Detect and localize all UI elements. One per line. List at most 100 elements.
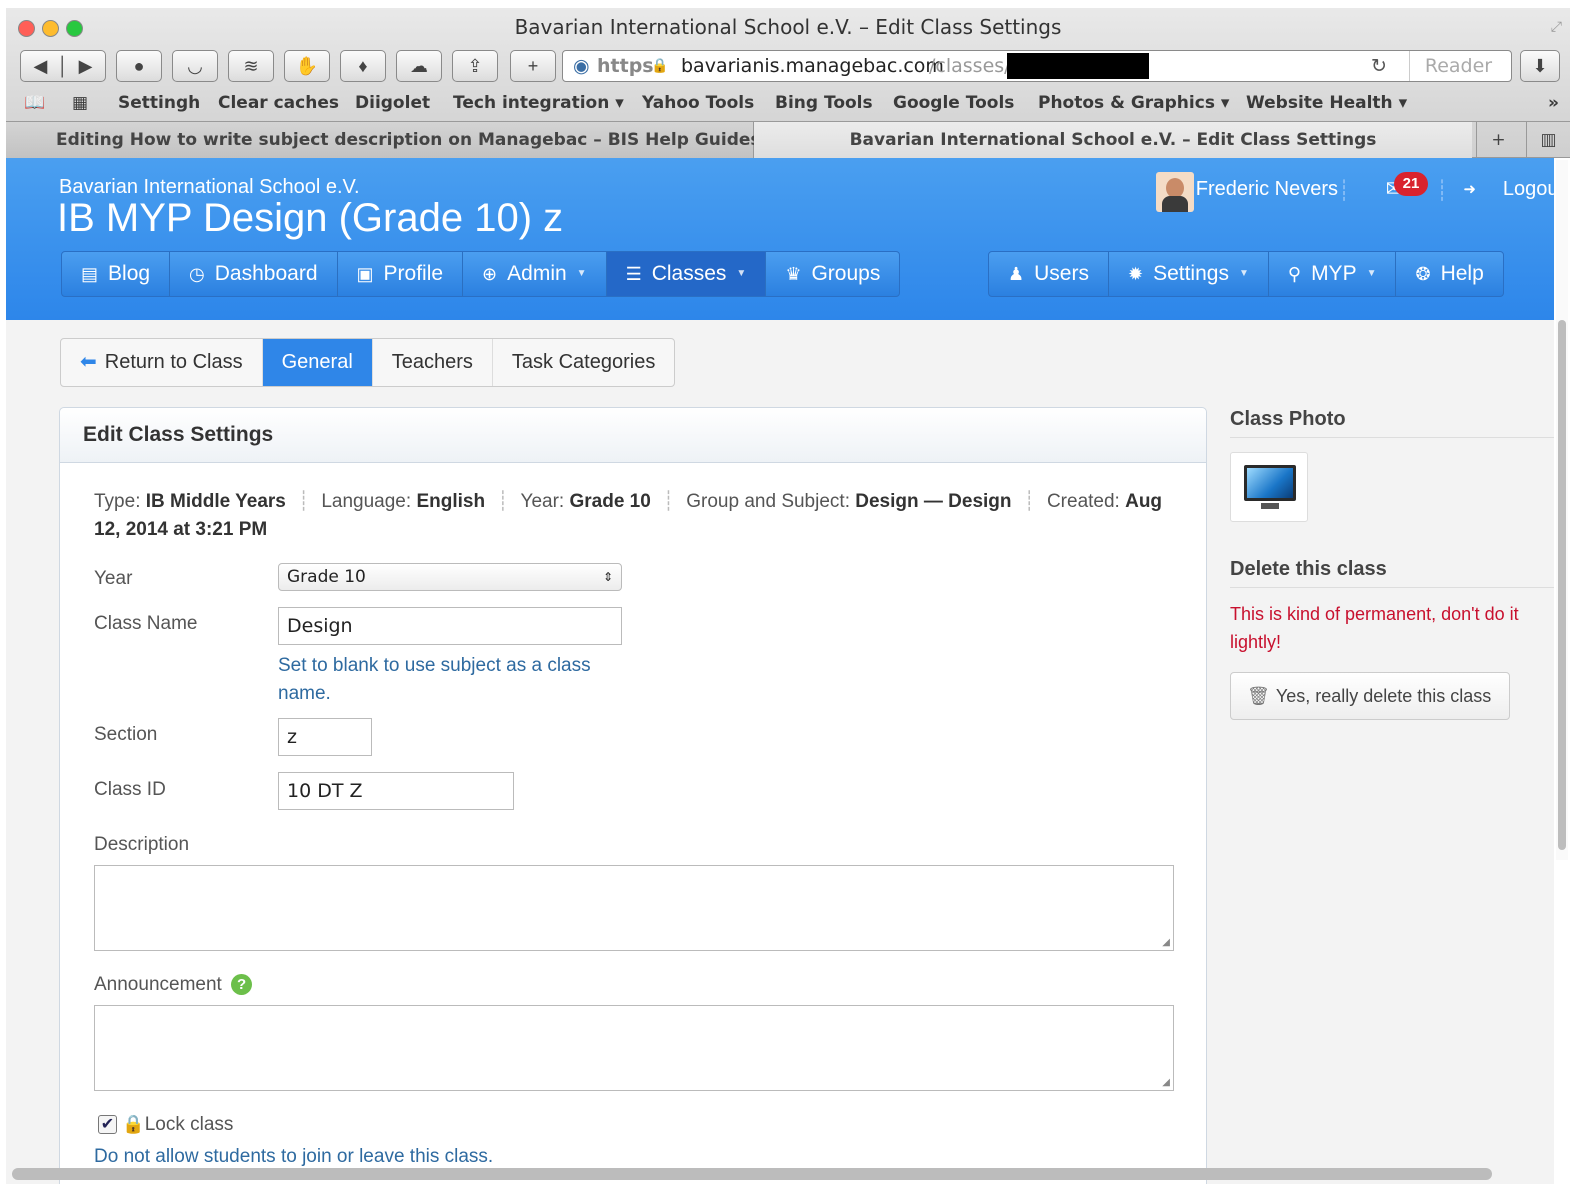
browser-tab[interactable]: Editing How to write subject description…	[6, 122, 761, 158]
announcement-textarea[interactable]: ◢	[94, 1005, 1174, 1091]
vertical-scrollbar[interactable]	[1556, 160, 1568, 860]
bookmark-item[interactable]: Tech integration ▾	[453, 93, 624, 113]
help-icon[interactable]: ?	[231, 974, 253, 996]
select-arrows-icon: ⇕	[602, 570, 613, 584]
zoom-window-button[interactable]	[66, 20, 83, 37]
back-icon[interactable]: ◀	[34, 56, 48, 76]
reader-button[interactable]: Reader	[1409, 51, 1507, 81]
bookmarks-overflow-icon[interactable]: »	[1548, 93, 1559, 113]
close-window-button[interactable]	[18, 20, 35, 37]
hand-icon: ✋	[295, 56, 319, 76]
buffer-button[interactable]: ≋	[228, 50, 274, 82]
class-name-input[interactable]: Design	[278, 607, 622, 645]
new-tab-button[interactable]: +	[1476, 122, 1520, 158]
lifebuoy-icon: ❂	[1415, 264, 1431, 284]
resize-grip-icon[interactable]: ◢	[1162, 1077, 1170, 1088]
tab-teachers[interactable]: Teachers	[373, 339, 493, 386]
url-host: bavarianis.managebac.com	[681, 55, 944, 77]
adblock-button[interactable]: ✋	[284, 50, 330, 82]
lock-class-hint: Do not allow students to join or leave t…	[94, 1146, 494, 1167]
forward-icon[interactable]: ▶	[79, 56, 93, 76]
nav-classes[interactable]: ☰ Classes ▼	[606, 252, 767, 296]
main-nav-right: ♟ Users ✹ Settings ▼ ⚲ MYP ▼ ❂ Help	[988, 251, 1504, 297]
add-bookmark-button[interactable]: +	[510, 50, 556, 82]
share-button[interactable]: ⇪	[452, 50, 498, 82]
window-title: Bavarian International School e.V. – Edi…	[514, 15, 1062, 39]
lock-class-checkbox[interactable]: ✔	[98, 1115, 117, 1135]
user-icon: ♟	[1008, 264, 1025, 284]
lock-class-label: Lock class	[144, 1114, 234, 1135]
pocket-button[interactable]: ◡	[172, 50, 218, 82]
fullscreen-icon[interactable]: ⤢	[1551, 8, 1562, 46]
nav-admin[interactable]: ⊕ Admin ▼	[463, 252, 607, 296]
vertical-scroll-thumb[interactable]	[1558, 320, 1566, 850]
description-textarea[interactable]: ◢	[94, 865, 1174, 951]
bookmark-item[interactable]: Settingh	[118, 93, 200, 113]
monitor-icon	[1244, 465, 1296, 501]
class-photo[interactable]	[1230, 452, 1308, 522]
nav-dashboard[interactable]: ◷ Dashboard	[170, 252, 338, 296]
record-icon: ●	[133, 56, 145, 76]
return-to-class-button[interactable]: ⬅ Return to Class	[61, 339, 263, 386]
gear-icon: ✹	[1127, 264, 1144, 284]
nav-settings[interactable]: ✹ Settings ▼	[1109, 252, 1269, 296]
managebac-page: Bavarian International School e.V. IB MY…	[6, 158, 1554, 1184]
tab-task-categories[interactable]: Task Categories	[493, 339, 674, 386]
bookmark-item[interactable]: Diigolet	[355, 93, 430, 113]
arrow-left-icon: ⬅	[80, 351, 97, 373]
bookmark-item[interactable]: Clear caches	[218, 93, 339, 113]
reading-list-icon[interactable]: 📖	[24, 93, 45, 113]
logout-icon: ➜	[1463, 181, 1476, 198]
reload-icon[interactable]: ↻	[1371, 51, 1387, 81]
tab-overview-icon[interactable]: ▥	[1526, 122, 1570, 158]
class-name-hint: Set to blank to use subject as a class n…	[278, 655, 591, 704]
cloud-button[interactable]: ☁	[396, 50, 442, 82]
bookmark-item[interactable]: Yahoo Tools	[642, 93, 754, 113]
bookmark-item[interactable]: Photos & Graphics ▾	[1038, 93, 1229, 113]
year-select[interactable]: Grade 10 ⇕	[278, 563, 622, 591]
class-id-label: Class ID	[94, 779, 166, 800]
user-name[interactable]: Frederic Nevers	[1196, 178, 1338, 201]
bookmark-item[interactable]: Google Tools	[893, 93, 1014, 113]
nav-blog[interactable]: ▤ Blog	[62, 252, 171, 296]
sidebar: Class Photo Delete this class This is ki…	[1230, 408, 1554, 720]
chevron-down-icon: ▼	[1366, 268, 1377, 280]
evernote-button[interactable]: ♦	[340, 50, 386, 82]
description-label: Description	[94, 834, 190, 855]
class-id-input[interactable]: 10 DT Z	[278, 772, 514, 810]
download-icon: ⬇	[1532, 56, 1548, 76]
nav-groups[interactable]: ♛ Groups	[766, 252, 899, 296]
chevron-down-icon: ▼	[1238, 268, 1249, 280]
chevron-down-icon: ▼	[736, 268, 747, 280]
nav-help[interactable]: ❂ Help	[1396, 252, 1502, 296]
top-sites-icon[interactable]: ▦	[72, 93, 88, 113]
nav-profile[interactable]: ▣ Profile	[338, 252, 464, 296]
nav-myp[interactable]: ⚲ MYP ▼	[1269, 252, 1397, 296]
window-titlebar: Bavarian International School e.V. – Edi…	[6, 8, 1570, 46]
panel-title: Edit Class Settings	[60, 408, 1206, 463]
tab-general[interactable]: General	[262, 339, 373, 386]
browser-chrome: Bavarian International School e.V. – Edi…	[6, 8, 1570, 158]
resize-grip-icon[interactable]: ◢	[1162, 937, 1170, 948]
dashboard-icon: ◷	[189, 264, 205, 284]
padlock-icon: 🔒	[122, 1114, 145, 1134]
horizontal-scrollbar[interactable]	[12, 1168, 1492, 1180]
browser-tab-active[interactable]: Bavarian International School e.V. – Edi…	[754, 122, 1472, 158]
layers-icon: ≋	[243, 56, 259, 76]
delete-class-button[interactable]: 🗑 Yes, really delete this class	[1230, 672, 1510, 720]
section-input[interactable]: z	[278, 718, 372, 756]
minimize-window-button[interactable]	[42, 20, 59, 37]
bookmark-item[interactable]: Website Health ▾	[1246, 93, 1407, 113]
bookmark-item[interactable]: Bing Tools	[775, 93, 873, 113]
address-bar[interactable]: ◉ https 🔒 bavarianis.managebac.com /clas…	[562, 50, 1512, 82]
back-forward-buttons[interactable]: ◀ │ ▶	[20, 50, 106, 82]
extension-button-1[interactable]: ●	[116, 50, 162, 82]
globe-icon: ◉	[573, 55, 590, 77]
url-path: /classes/	[929, 55, 1011, 77]
nav-users[interactable]: ♟ Users	[989, 252, 1109, 296]
message-count-badge[interactable]: 21	[1394, 172, 1428, 196]
chevron-down-icon: ▼	[576, 268, 587, 280]
logout-link[interactable]: Logout	[1503, 178, 1554, 201]
downloads-button[interactable]: ⬇	[1520, 50, 1560, 82]
avatar[interactable]	[1156, 172, 1194, 212]
